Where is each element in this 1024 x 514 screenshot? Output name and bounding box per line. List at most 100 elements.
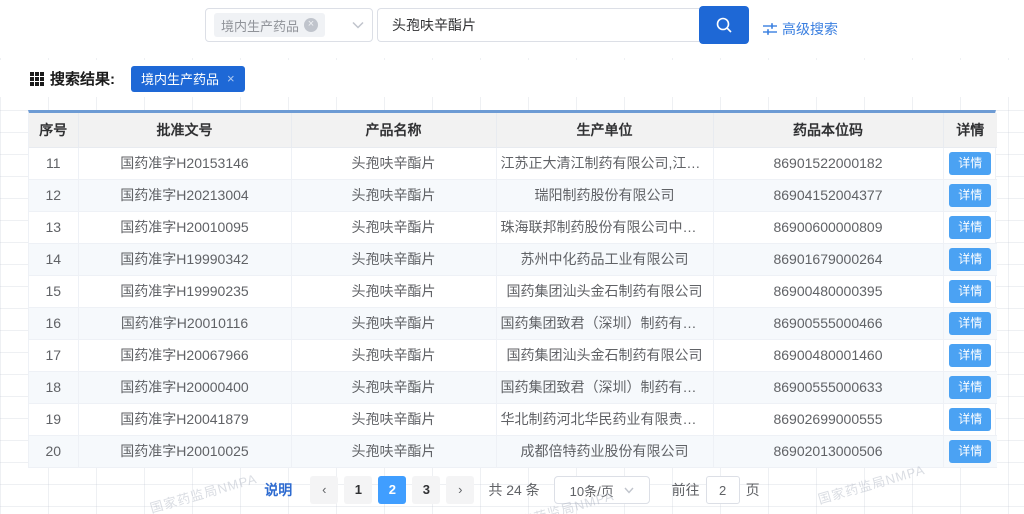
cell-approval: 国药准字H20067966 <box>78 339 291 371</box>
cell-no: 13 <box>29 211 78 243</box>
category-select[interactable]: 境内生产药品 × <box>205 8 373 42</box>
detail-button[interactable]: 详情 <box>949 376 991 399</box>
chevron-down-icon <box>624 487 634 494</box>
detail-button[interactable]: 详情 <box>949 440 991 463</box>
cell-manufacturer: 国药集团致君（深圳）制药有限公... <box>496 307 713 339</box>
cell-manufacturer: 江苏正大清江制药有限公司,江苏... <box>496 147 713 179</box>
cell-code: 86901679000264 <box>713 243 943 275</box>
category-tag: 境内生产药品 × <box>214 13 325 37</box>
cell-code: 86902013000506 <box>713 435 943 467</box>
results-bar: 搜索结果: 境内生产药品 × <box>0 60 1024 97</box>
page-size-select[interactable]: 10条/页 <box>554 476 650 504</box>
sliders-icon <box>763 22 777 36</box>
cell-manufacturer: 国药集团汕头金石制药有限公司 <box>496 339 713 371</box>
detail-button[interactable]: 详情 <box>949 408 991 431</box>
table-row: 20 国药准字H20010025 头孢呋辛酯片 成都倍特药业股份有限公司 869… <box>29 435 997 467</box>
table-row: 14 国药准字H19990342 头孢呋辛酯片 苏州中化药品工业有限公司 869… <box>29 243 997 275</box>
search-button[interactable] <box>699 6 749 44</box>
page-button-3[interactable]: 3 <box>412 476 440 504</box>
advanced-search-link[interactable]: 高级搜索 <box>763 19 838 39</box>
cell-no: 18 <box>29 371 78 403</box>
table-row: 12 国药准字H20213004 头孢呋辛酯片 瑞阳制药股份有限公司 86904… <box>29 179 997 211</box>
cell-code: 86904152004377 <box>713 179 943 211</box>
cell-code: 86900600000809 <box>713 211 943 243</box>
cell-product: 头孢呋辛酯片 <box>291 403 496 435</box>
cell-approval: 国药准字H20000400 <box>78 371 291 403</box>
col-header-approval: 批准文号 <box>78 113 291 147</box>
table-header-row: 序号 批准文号 产品名称 生产单位 药品本位码 详情 <box>29 113 997 147</box>
cell-code: 86902699000555 <box>713 403 943 435</box>
table-row: 15 国药准字H19990235 头孢呋辛酯片 国药集团汕头金石制药有限公司 8… <box>29 275 997 307</box>
cell-manufacturer: 华北制药河北华民药业有限责任公... <box>496 403 713 435</box>
table-row: 17 国药准字H20067966 头孢呋辛酯片 国药集团汕头金石制药有限公司 8… <box>29 339 997 371</box>
search-input[interactable] <box>377 8 699 42</box>
cell-code: 86900555000466 <box>713 307 943 339</box>
total-count-label: 共 24 条 <box>488 480 539 500</box>
cell-product: 头孢呋辛酯片 <box>291 179 496 211</box>
page-size-value: 10条/页 <box>570 481 614 500</box>
prev-page-button[interactable]: ‹ <box>310 476 338 504</box>
chevron-down-icon <box>352 18 364 32</box>
table-row: 16 国药准字H20010116 头孢呋辛酯片 国药集团致君（深圳）制药有限公.… <box>29 307 997 339</box>
search-icon <box>714 15 734 35</box>
detail-button[interactable]: 详情 <box>949 312 991 335</box>
note-link[interactable]: 说明 <box>264 480 292 500</box>
goto-page-input[interactable] <box>706 476 740 504</box>
cell-approval: 国药准字H20010095 <box>78 211 291 243</box>
detail-button[interactable]: 详情 <box>949 280 991 303</box>
cell-product: 头孢呋辛酯片 <box>291 339 496 371</box>
cell-manufacturer: 国药集团致君（深圳）制药有限公... <box>496 371 713 403</box>
cell-product: 头孢呋辛酯片 <box>291 307 496 339</box>
cell-product: 头孢呋辛酯片 <box>291 371 496 403</box>
page-button-2[interactable]: 2 <box>378 476 406 504</box>
category-tag-close-icon[interactable]: × <box>304 18 318 32</box>
cell-no: 12 <box>29 179 78 211</box>
cell-no: 16 <box>29 307 78 339</box>
cell-approval: 国药准字H20010116 <box>78 307 291 339</box>
cell-approval: 国药准字H20153146 <box>78 147 291 179</box>
col-header-no: 序号 <box>29 113 78 147</box>
category-tag-label: 境内生产药品 <box>221 16 299 35</box>
detail-button[interactable]: 详情 <box>949 248 991 271</box>
next-page-button[interactable]: › <box>446 476 474 504</box>
pagination: 说明 ‹ 123 › 共 24 条 10条/页 前往 页 <box>0 476 1024 504</box>
cell-product: 头孢呋辛酯片 <box>291 435 496 467</box>
filter-tag-close-icon[interactable]: × <box>227 71 235 86</box>
cell-approval: 国药准字H20010025 <box>78 435 291 467</box>
filter-tag[interactable]: 境内生产药品 × <box>131 66 245 92</box>
results-label: 搜索结果: <box>30 68 115 89</box>
table-row: 13 国药准字H20010095 头孢呋辛酯片 珠海联邦制药股份有限公司中山分.… <box>29 211 997 243</box>
goto-suffix-label: 页 <box>746 480 760 500</box>
cell-code: 86900480000395 <box>713 275 943 307</box>
detail-button[interactable]: 详情 <box>949 344 991 367</box>
cell-approval: 国药准字H20213004 <box>78 179 291 211</box>
advanced-search-label: 高级搜索 <box>782 19 838 39</box>
cell-manufacturer: 国药集团汕头金石制药有限公司 <box>496 275 713 307</box>
detail-button[interactable]: 详情 <box>949 152 991 175</box>
cell-code: 86901522000182 <box>713 147 943 179</box>
cell-no: 15 <box>29 275 78 307</box>
search-section: 境内生产药品 × 高级搜索 <box>0 0 1024 58</box>
table-row: 18 国药准字H20000400 头孢呋辛酯片 国药集团致君（深圳）制药有限公.… <box>29 371 997 403</box>
cell-code: 86900555000633 <box>713 371 943 403</box>
cell-manufacturer: 珠海联邦制药股份有限公司中山分... <box>496 211 713 243</box>
cell-approval: 国药准字H20041879 <box>78 403 291 435</box>
cell-manufacturer: 瑞阳制药股份有限公司 <box>496 179 713 211</box>
results-label-text: 搜索结果: <box>50 68 115 89</box>
page-button-1[interactable]: 1 <box>344 476 372 504</box>
col-header-detail: 详情 <box>943 113 997 147</box>
filter-tag-label: 境内生产药品 <box>141 69 219 88</box>
cell-code: 86900480001460 <box>713 339 943 371</box>
col-header-code: 药品本位码 <box>713 113 943 147</box>
cell-product: 头孢呋辛酯片 <box>291 147 496 179</box>
cell-product: 头孢呋辛酯片 <box>291 275 496 307</box>
cell-approval: 国药准字H19990342 <box>78 243 291 275</box>
cell-no: 19 <box>29 403 78 435</box>
goto-prefix-label: 前往 <box>672 480 700 500</box>
cell-approval: 国药准字H19990235 <box>78 275 291 307</box>
detail-button[interactable]: 详情 <box>949 184 991 207</box>
detail-button[interactable]: 详情 <box>949 216 991 239</box>
cell-no: 14 <box>29 243 78 275</box>
cell-no: 17 <box>29 339 78 371</box>
cell-product: 头孢呋辛酯片 <box>291 211 496 243</box>
